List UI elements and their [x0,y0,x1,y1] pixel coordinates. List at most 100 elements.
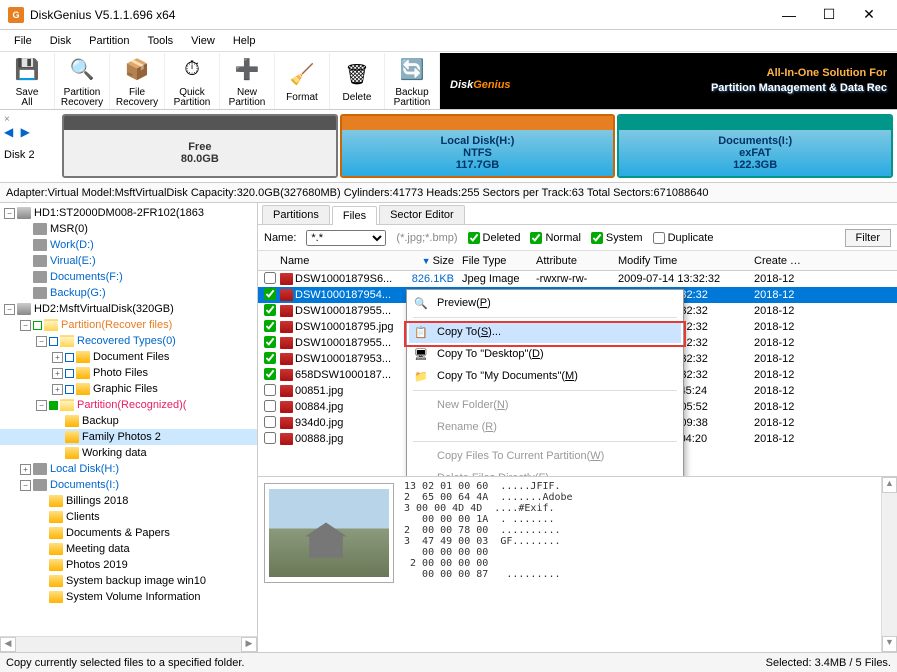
filter-duplicate[interactable]: Duplicate [653,232,714,244]
tab-files[interactable]: Files [332,206,377,225]
ctx-copy-to-s-[interactable]: 📋Copy To(S)... [409,321,681,343]
file-checkbox[interactable] [264,352,276,364]
col-modifytime[interactable]: Modify Time [614,253,750,269]
filter-normal[interactable]: Normal [530,232,580,244]
tree-item[interactable]: Meeting data [0,541,257,557]
tool-file-recovery[interactable]: 📦FileRecovery [110,53,165,109]
tree-label: Meeting data [66,543,130,555]
filter-system[interactable]: System [591,232,643,244]
tab-sector-editor[interactable]: Sector Editor [379,205,465,224]
col-createtime[interactable]: Create Time [750,253,805,269]
tree-item[interactable]: Billings 2018 [0,493,257,509]
partition-free[interactable]: Free80.0GB [62,114,338,178]
menu-view[interactable]: View [183,33,223,49]
partition-local-disk-h-[interactable]: Local Disk(H:)NTFS117.7GB [340,114,616,178]
tree-item[interactable]: Virual(E:) [0,253,257,269]
expand-icon[interactable] [20,480,31,491]
tree-item[interactable]: System backup image win10 [0,573,257,589]
file-checkbox[interactable] [264,368,276,380]
tree-item[interactable]: Photo Files [0,365,257,381]
tree-item[interactable]: Graphic Files [0,381,257,397]
expand-icon[interactable] [20,464,31,475]
expand-icon[interactable] [36,336,47,347]
ctx-copy-to-desktop-d-[interactable]: 🖥Copy To "Desktop"(D) [409,343,681,365]
tree-item[interactable]: Documents & Papers [0,525,257,541]
tree-item[interactable]: HD2:MsftVirtualDisk(320GB) [0,301,257,317]
close-diskbar-icon[interactable]: × [4,114,54,125]
tree-item[interactable]: MSR(0) [0,221,257,237]
file-checkbox[interactable] [264,416,276,428]
tool-backup-partition[interactable]: 🔄BackupPartition [385,53,440,109]
tree-item[interactable]: Partition(Recognized)( [0,397,257,413]
menu-file[interactable]: File [6,33,40,49]
tool-save-all[interactable]: 💾SaveAll [0,53,55,109]
partition-documents-i-[interactable]: Documents(I:)exFAT122.3GB [617,114,893,178]
tree-item[interactable]: Recovered Types(0) [0,333,257,349]
diskbar-nav-arrows[interactable]: ◀ ▶ [4,125,54,139]
tree-item[interactable]: Documents(F:) [0,269,257,285]
file-checkbox[interactable] [264,336,276,348]
menu-help[interactable]: Help [225,33,264,49]
tree-item[interactable]: Partition(Recover files) [0,317,257,333]
file-checkbox[interactable] [264,320,276,332]
file-list-header[interactable]: Name ▼Size File Type Attribute Modify Ti… [258,251,897,271]
tree-item[interactable]: System Volume Information [0,589,257,605]
file-checkbox[interactable] [264,384,276,396]
menu-partition[interactable]: Partition [81,33,137,49]
maximize-button[interactable]: ☐ [809,1,849,29]
tool-delete[interactable]: 🗑Delete [330,53,385,109]
expand-icon[interactable] [36,400,47,411]
tree-item[interactable]: HD1:ST2000DM008-2FR102(1863 [0,205,257,221]
filter-button[interactable]: Filter [845,229,891,247]
tree-item[interactable]: Local Disk(H:) [0,461,257,477]
col-size[interactable]: ▼Size [406,253,458,269]
hdd-icon [17,207,31,219]
hex-view[interactable]: 13 02 01 00 60 .....JFIF. 2 65 00 64 4A … [400,477,881,652]
ctx-copy-to-my-documents-m-[interactable]: 📁Copy To "My Documents"(M) [409,365,681,387]
tree-panel[interactable]: HD1:ST2000DM008-2FR102(1863MSR(0)Work(D:… [0,203,258,652]
expand-icon[interactable] [52,352,63,363]
file-checkbox[interactable] [264,400,276,412]
fold-icon [49,511,63,523]
file-checkbox[interactable] [264,432,276,444]
tree-item[interactable]: Family Photos 2 [0,429,257,445]
file-checkbox[interactable] [264,304,276,316]
col-attribute[interactable]: Attribute [532,253,614,269]
expand-icon[interactable] [20,320,31,331]
tool-format[interactable]: 🧹Format [275,53,330,109]
close-button[interactable]: ✕ [849,1,889,29]
col-name[interactable]: Name [276,253,406,269]
minimize-button[interactable]: ― [769,1,809,29]
col-filetype[interactable]: File Type [458,253,532,269]
ctx-preview-p-[interactable]: 🔍Preview(P) [409,292,681,314]
tree-item[interactable]: Work(D:) [0,237,257,253]
hscroll-left[interactable]: ◀ [0,637,16,652]
tree-item[interactable]: Backup(G:) [0,285,257,301]
tree-item[interactable]: Backup [0,413,257,429]
tool-new-partition[interactable]: ➕NewPartition [220,53,275,109]
hex-vscroll[interactable]: ▲▼ [881,477,897,652]
hscroll-right[interactable]: ▶ [241,637,257,652]
file-list[interactable]: DSW10001879S6...826.1KBJpeg Image-rwxrw-… [258,271,897,476]
file-checkbox[interactable] [264,272,276,284]
menu-tools[interactable]: Tools [139,33,181,49]
expand-icon[interactable] [52,384,63,395]
tree-label: System Volume Information [66,591,201,603]
tree-item[interactable]: Working data [0,445,257,461]
file-row[interactable]: DSW10001879S6...826.1KBJpeg Image-rwxrw-… [258,271,897,287]
filter-name-select[interactable]: *.* [306,230,386,246]
file-checkbox[interactable] [264,288,276,300]
expand-icon[interactable] [4,208,15,219]
tree-item[interactable]: Documents(I:) [0,477,257,493]
tool-quick-partition[interactable]: ⏱QuickPartition [165,53,220,109]
file-icon [280,369,293,381]
tree-item[interactable]: Clients [0,509,257,525]
expand-icon[interactable] [4,304,15,315]
filter-deleted[interactable]: Deleted [468,232,521,244]
tool-partition-recovery[interactable]: 🔍PartitionRecovery [55,53,110,109]
tree-item[interactable]: Photos 2019 [0,557,257,573]
expand-icon[interactable] [52,368,63,379]
tree-item[interactable]: Document Files [0,349,257,365]
menu-disk[interactable]: Disk [42,33,79,49]
tab-partitions[interactable]: Partitions [262,205,330,224]
